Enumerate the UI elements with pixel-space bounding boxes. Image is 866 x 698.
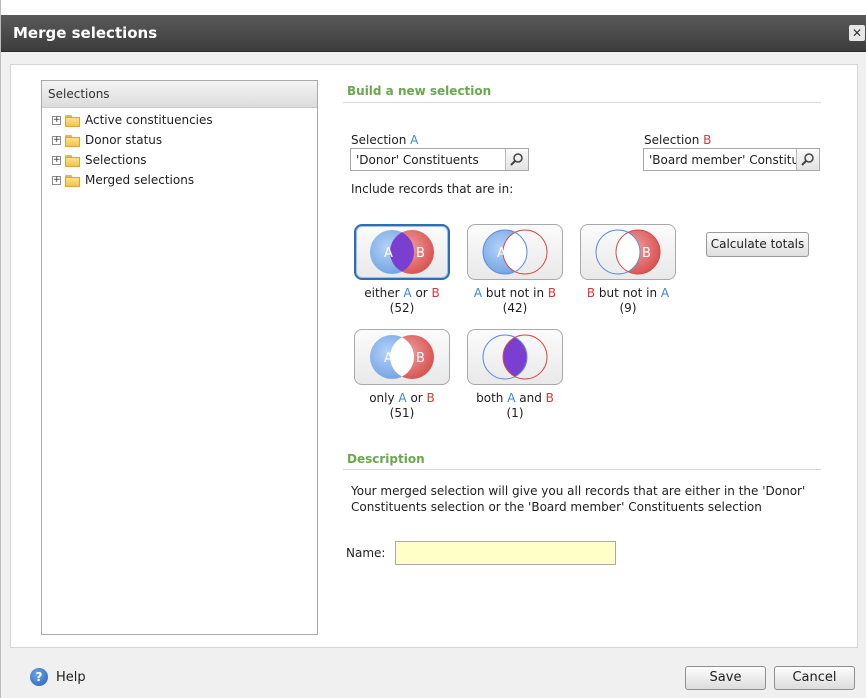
selections-tree: Selections + Active constituencies + Don… xyxy=(41,80,318,635)
folder-icon xyxy=(65,134,81,147)
tree-item-label: Merged selections xyxy=(85,173,195,187)
merge-selections-dialog: Merge selections ✕ Selections + Active c… xyxy=(0,0,866,698)
venn-b-only-icon: B xyxy=(595,229,661,275)
dialog-title: Merge selections xyxy=(13,24,158,42)
expand-plus-icon[interactable]: + xyxy=(52,115,61,125)
description-line-1: Your merged selection will give you all … xyxy=(351,484,806,498)
tree-item-selections[interactable]: + Selections xyxy=(52,151,147,169)
description-line-2: Constituents selection or the 'Board mem… xyxy=(351,500,762,514)
svg-text:A: A xyxy=(384,246,393,261)
b-but-not-in-a-caption: B but not in A (9) xyxy=(586,286,670,315)
top-strip xyxy=(1,0,866,15)
folder-icon xyxy=(65,174,81,187)
include-label: Include records that are in: xyxy=(351,182,514,196)
selection-a-value: 'Donor' Constituents xyxy=(356,153,479,167)
calculate-totals-button[interactable]: Calculate totals xyxy=(706,232,809,257)
cancel-button[interactable]: Cancel xyxy=(774,666,855,690)
only-a-or-b-caption: only A or B (51) xyxy=(369,391,435,420)
tree-item-label: Selections xyxy=(85,153,147,167)
selection-b-field[interactable]: 'Board member' Constituents xyxy=(643,148,820,171)
both-a-and-b-button[interactable] xyxy=(467,329,563,385)
svg-text:A: A xyxy=(384,351,393,366)
b-but-not-in-a-button[interactable]: B xyxy=(580,224,676,280)
selection-a-search-button[interactable] xyxy=(505,149,528,170)
close-icon[interactable]: ✕ xyxy=(849,25,865,41)
tree-item-donor-status[interactable]: + Donor status xyxy=(52,131,162,149)
tree-item-label: Active constituencies xyxy=(85,113,213,127)
selection-a-field[interactable]: 'Donor' Constituents xyxy=(350,148,529,171)
tree-item-active-constituencies[interactable]: + Active constituencies xyxy=(52,111,213,129)
help-icon[interactable]: ? xyxy=(30,668,48,686)
description-title: Description xyxy=(347,452,425,466)
both-a-and-b-caption: both A and B (1) xyxy=(476,391,554,420)
selection-b-value: 'Board member' Constituents xyxy=(649,153,799,167)
svg-text:B: B xyxy=(416,351,425,366)
expand-plus-icon[interactable]: + xyxy=(52,155,61,165)
only-a-or-b-button[interactable]: A B xyxy=(354,329,450,385)
save-button[interactable]: Save xyxy=(685,666,766,690)
either-a-or-b-caption: either A or B (52) xyxy=(364,286,440,315)
a-but-not-in-b-caption: A but not in B (42) xyxy=(473,286,557,315)
name-label: Name: xyxy=(346,546,386,560)
search-icon xyxy=(801,153,814,166)
folder-icon xyxy=(65,154,81,167)
name-input[interactable] xyxy=(395,541,616,565)
venn-intersection-icon xyxy=(482,334,548,380)
tree-item-merged-selections[interactable]: + Merged selections xyxy=(52,171,194,189)
svg-text:B: B xyxy=(642,246,651,261)
build-section-title: Build a new selection xyxy=(347,84,492,98)
expand-plus-icon[interactable]: + xyxy=(52,175,61,185)
tree-header: Selections xyxy=(42,81,317,108)
tree-item-label: Donor status xyxy=(85,133,163,147)
svg-text:B: B xyxy=(416,246,425,261)
selection-b-label: Selection B xyxy=(644,133,712,147)
folder-icon xyxy=(65,114,81,127)
build-separator xyxy=(343,102,821,103)
svg-text:A: A xyxy=(497,246,506,261)
venn-either-icon: A B xyxy=(370,230,434,274)
venn-a-only-icon: A xyxy=(482,229,548,275)
a-but-not-in-b-button[interactable]: A xyxy=(467,224,563,280)
selection-a-label: Selection A xyxy=(351,133,419,147)
venn-exclusive-icon: A B xyxy=(370,335,434,379)
help-link[interactable]: Help xyxy=(56,670,86,685)
search-icon xyxy=(510,153,523,166)
title-bar: Merge selections ✕ xyxy=(1,15,866,52)
either-a-or-b-button[interactable]: A B xyxy=(354,224,450,280)
selection-b-search-button[interactable] xyxy=(796,149,819,170)
description-separator xyxy=(343,469,821,470)
expand-plus-icon[interactable]: + xyxy=(52,135,61,145)
